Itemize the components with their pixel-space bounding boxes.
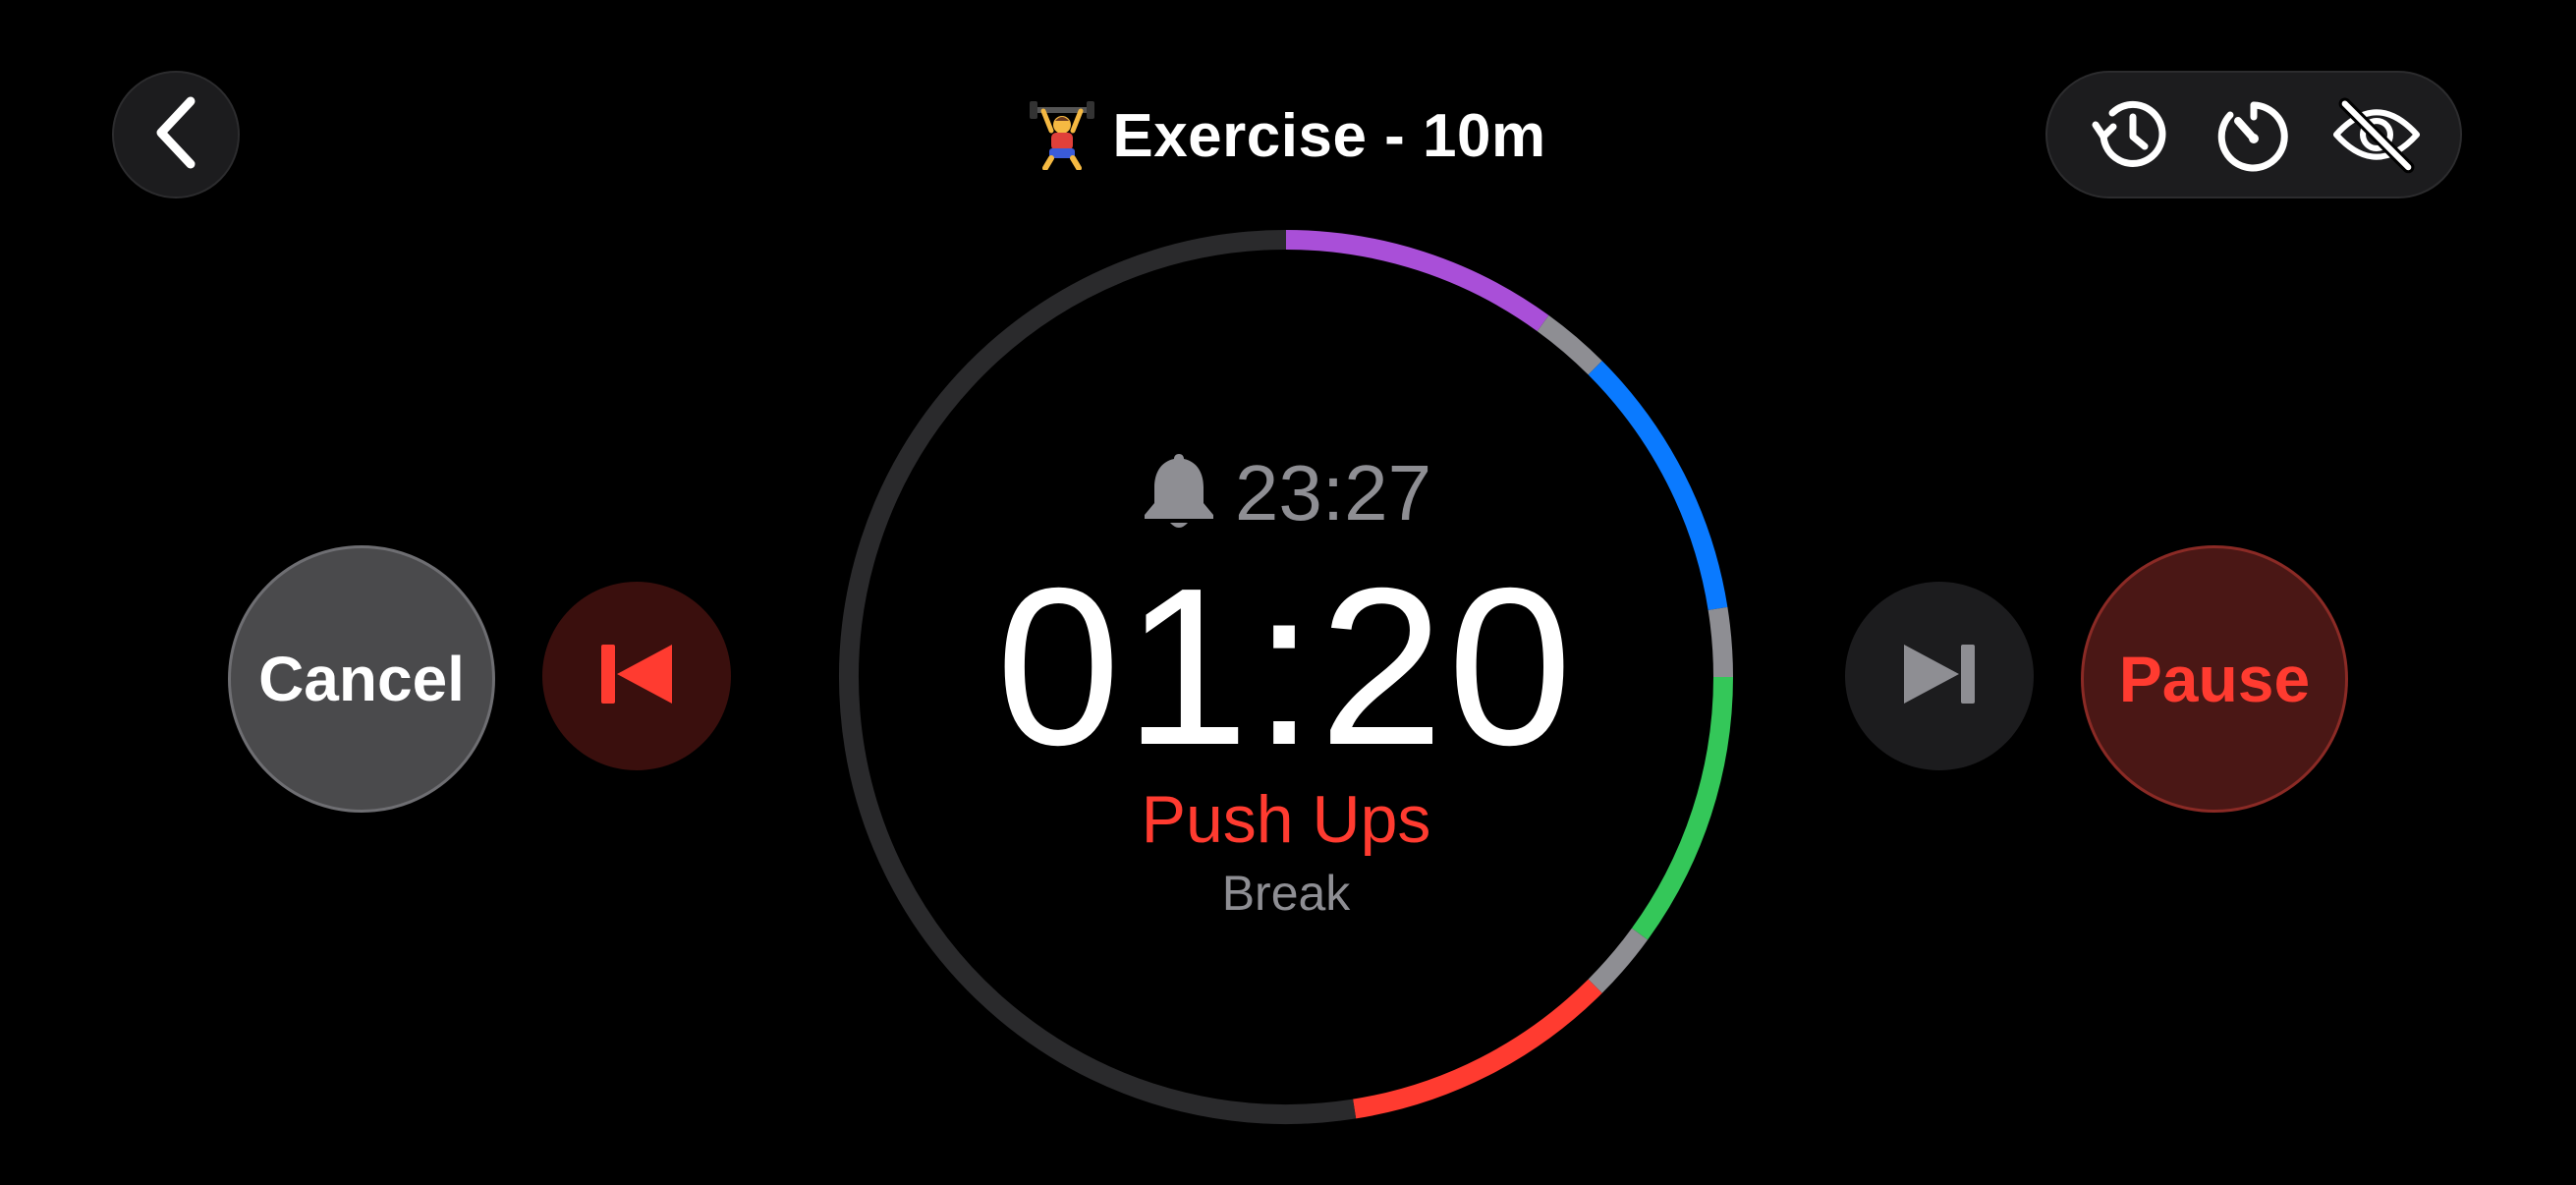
pause-label: Pause: [2118, 643, 2311, 715]
pause-button[interactable]: Pause: [2081, 545, 2348, 813]
skip-forward-icon: [1902, 643, 1977, 710]
next-exercise-label: Break: [1221, 866, 1351, 921]
countdown-time: 01:20: [995, 542, 1577, 792]
history-icon[interactable]: [2084, 87, 2178, 182]
timer-display: 23:27 01:20 Push Ups Break: [834, 225, 1738, 1129]
title-text: Exercise - 10m: [1112, 101, 1546, 170]
timer-icon[interactable]: [2207, 87, 2301, 182]
previous-button[interactable]: [542, 582, 731, 770]
next-button[interactable]: [1845, 582, 2034, 770]
alarm-row: 23:27: [834, 439, 1738, 547]
cancel-label: Cancel: [258, 644, 465, 714]
exercise-name: Push Ups: [1141, 782, 1431, 857]
alarm-time: 23:27: [1234, 449, 1432, 536]
eye-slash-icon[interactable]: [2329, 87, 2424, 182]
toolbar: [2045, 71, 2462, 198]
skip-back-icon: [599, 643, 674, 710]
bell-icon: [1141, 450, 1217, 537]
weightlifter-emoji-icon: [1030, 101, 1095, 171]
cancel-button[interactable]: Cancel: [228, 545, 495, 813]
